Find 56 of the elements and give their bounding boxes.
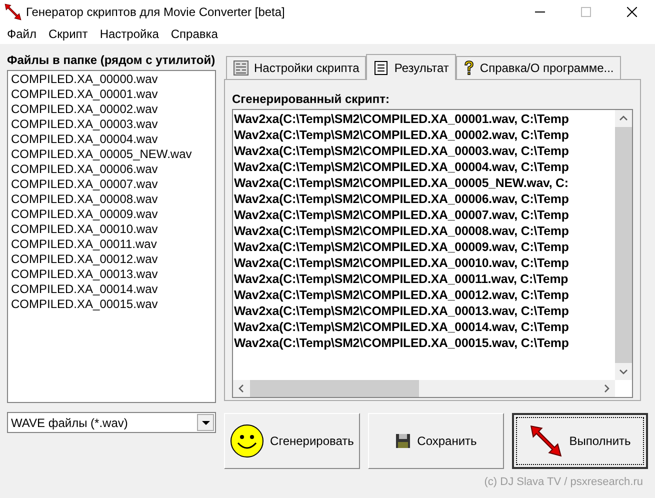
file-item[interactable]: COMPILED.XA_00004.wav [11,132,212,147]
copyright-text: (c) DJ Slava TV / psxresearch.ru [484,475,643,490]
script-line: Wav2xa(C:\Temp\SM2\COMPILED.XA_00012.wav, C:\Temp [234,287,570,303]
script-line: Wav2xa(C:\Temp\SM2\COMPILED.XA_00010.wav, C:\Temp [234,255,570,271]
question-mark-icon [462,60,475,76]
tab[interactable]: Результат [366,54,456,80]
dropdown-arrow-icon [202,420,210,424]
file-item[interactable]: COMPILED.XA_00014.wav [11,282,212,297]
document-icon [373,60,390,76]
window-title: Генератор скриптов для Movie Converter [beta] [26,4,285,21]
file-item[interactable]: COMPILED.XA_00015.wav [11,297,212,312]
file-item[interactable]: COMPILED.XA_00002.wav [11,102,212,117]
file-item[interactable]: COMPILED.XA_00012.wav [11,252,212,267]
tab[interactable]: Настройки скрипта [226,56,366,79]
file-item[interactable]: COMPILED.XA_00000.wav [11,72,212,87]
file-item[interactable]: COMPILED.XA_00001.wav [11,87,212,102]
file-item[interactable]: COMPILED.XA_00009.wav [11,207,212,222]
horizontal-scrollbar[interactable] [233,380,615,397]
script-line: Wav2xa(C:\Temp\SM2\COMPILED.XA_00006.wav, C:\Temp [234,191,570,207]
script-line: Wav2xa(C:\Temp\SM2\COMPILED.XA_00005_NEW.wav, C: [234,175,570,191]
menu-item[interactable]: Справка [164,25,224,43]
double-arrow-icon [4,3,22,21]
file-type-dropdown[interactable]: WAVE файлы (*.wav) [7,412,216,433]
double-arrow-icon [529,424,564,458]
files-label: Файлы в папке (рядом с утилитой) [7,53,216,67]
script-line: Wav2xa(C:\Temp\SM2\COMPILED.XA_00004.wav, C:\Temp [234,159,570,175]
file-item[interactable]: COMPILED.XA_00008.wav [11,192,212,207]
script-line: Wav2xa(C:\Temp\SM2\COMPILED.XA_00015.wav, C:\Temp [234,335,570,351]
menu-item[interactable]: Настройка [94,25,165,43]
script-line: Wav2xa(C:\Temp\SM2\COMPILED.XA_00009.wav, C:\Temp [234,239,570,255]
smiley-icon [230,424,264,458]
file-item[interactable]: COMPILED.XA_00010.wav [11,222,212,237]
script-line: Wav2xa(C:\Temp\SM2\COMPILED.XA_00007.wav, C:\Temp [234,207,570,223]
file-item[interactable]: COMPILED.XA_00013.wav [11,267,212,282]
script-line: Wav2xa(C:\Temp\SM2\COMPILED.XA_00008.wav, C:\Temp [234,223,570,239]
script-line: Wav2xa(C:\Temp\SM2\COMPILED.XA_00002.wav, C:\Temp [234,127,570,143]
form-icon [233,60,249,76]
menu-item[interactable]: Скрипт [42,25,94,43]
action-button[interactable]: Выполнить [512,413,648,469]
close-icon[interactable] [627,7,637,17]
script-label: Сгенерированный скрипт: [232,92,390,106]
file-item[interactable]: COMPILED.XA_00005_NEW.wav [11,147,212,162]
script-line: Wav2xa(C:\Temp\SM2\COMPILED.XA_00003.wav, C:\Temp [234,143,570,159]
tab[interactable]: Справка/О программе... [456,56,621,79]
vertical-scrollbar[interactable] [615,110,632,380]
script-line: Wav2xa(C:\Temp\SM2\COMPILED.XA_00001.wav, C:\Temp [234,111,570,127]
script-line: Wav2xa(C:\Temp\SM2\COMPILED.XA_00013.wav, C:\Temp [234,303,570,319]
file-item[interactable]: COMPILED.XA_00011.wav [11,237,212,252]
script-line: Wav2xa(C:\Temp\SM2\COMPILED.XA_00011.wav, C:\Temp [234,271,570,287]
menu-item[interactable]: Файл [1,25,43,43]
action-button[interactable]: Сгенерировать [224,413,360,469]
script-line: Wav2xa(C:\Temp\SM2\COMPILED.XA_00014.wav, C:\Temp [234,319,570,335]
file-item[interactable]: COMPILED.XA_00006.wav [11,162,212,177]
file-item[interactable]: COMPILED.XA_00007.wav [11,177,212,192]
file-item[interactable]: COMPILED.XA_00003.wav [11,117,212,132]
action-button[interactable]: Сохранить [368,413,504,469]
